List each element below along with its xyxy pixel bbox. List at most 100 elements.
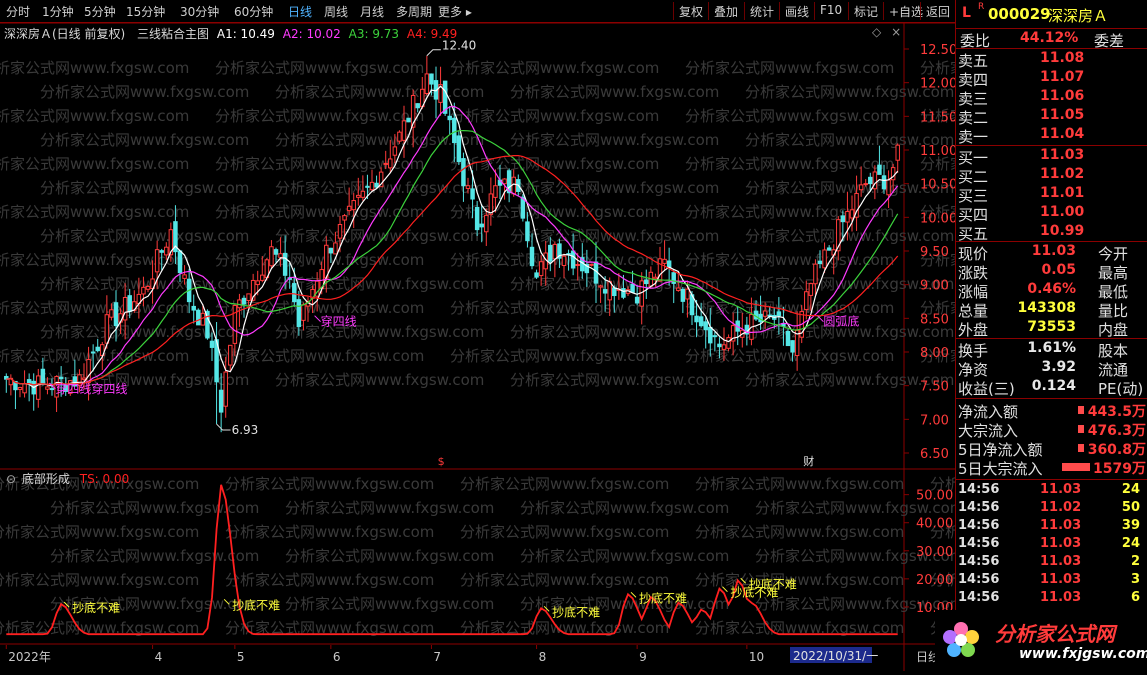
panel-controls[interactable]: ◇ × [872,25,901,39]
fund-flow-value: 476.3万 [1087,423,1146,439]
toolbar-period-1[interactable]: 1分钟 [42,3,74,20]
toolbar-period-4[interactable]: 30分钟 [180,3,219,20]
watermark-text: 分析家公式网www.fxgsw.com [285,547,494,565]
candle-body [113,302,119,327]
close-icon[interactable]: × [891,25,901,39]
watermark-text: 分析家公式网www.fxgsw.com [510,323,719,341]
toolbar-button-4[interactable]: F10 [820,3,842,17]
candle-body [717,343,722,348]
candle-body [534,272,539,278]
candle-body [342,215,347,221]
ask-level-label: 卖五 [958,52,989,70]
stat-label-2: 量比 [1098,302,1129,320]
toolbar-period-0[interactable]: 分时 [6,3,30,20]
candle-body [721,344,727,350]
diamond-icon[interactable]: ◇ [872,25,881,39]
osc-legend: ⊙ 底部形成 TS: 0.00 [6,470,129,487]
candle-body [26,379,32,384]
candle-body [676,287,681,291]
candle-body [826,247,832,251]
toolbar-button-2[interactable]: 统计 [750,3,774,20]
stock-title: 深深房Ａ(日线 前复权) [4,27,126,41]
tick-price: 11.03 [1040,536,1082,551]
watermark-text: 分析家公式网www.fxgsw.com [0,251,189,269]
toolbar-period-7[interactable]: 周线 [324,3,348,20]
toolbar-button-7[interactable]: 返回 [926,3,950,20]
toolbar-button-1[interactable]: 叠加 [714,3,738,20]
toolbar-divider [744,2,745,20]
toolbar-period-2[interactable]: 5分钟 [84,3,116,20]
candle-body [246,293,251,302]
candle-body [104,314,110,344]
watermark-text: 分析家公式网www.fxgsw.com [0,155,189,173]
ask-level-label: 卖二 [958,109,989,127]
watermark-text: 分析家公式网www.fxgsw.com [510,83,719,101]
toolbar-button-0[interactable]: 复权 [679,3,703,20]
bottom-signal-label: 抄底不难 [72,600,120,615]
bottom-signal-label: 抄底不难 [232,597,280,612]
candle-body [141,286,146,295]
x-tick-label: 4 [155,650,163,664]
event-marker[interactable]: 财 [803,454,814,468]
candle-body [356,194,361,198]
toolbar-period-9[interactable]: 多周期 [396,3,432,20]
toolbar-divider [708,2,709,20]
stat-label-2: 股本 [1098,342,1129,360]
candle-body [785,330,791,347]
candle-body [461,158,466,187]
min-price-marker-leader [216,423,231,431]
stat-value: 3.92 [1041,359,1076,375]
watermark-text: 分析家公式网www.fxgsw.com [685,107,894,125]
candle-body [388,158,393,169]
candle-body [429,73,434,85]
candle-body [346,205,352,212]
toolbar-button-3[interactable]: 画线 [785,3,809,20]
level-r-badge: R [978,2,985,12]
bid-level-price: 11.02 [1040,166,1085,182]
watermark-text: 分析家公式网www.fxgsw.com [275,323,484,341]
oscillator-svg[interactable]: 分析家公式网www.fxgsw.com 分析家公式网www.fxgsw.com 分析… [0,467,1147,645]
toolbar-button-5[interactable]: 标记 [854,3,878,20]
candle-body [269,246,274,267]
candle-body [58,376,64,380]
ticks-divider [956,479,1147,480]
toolbar-period-5[interactable]: 60分钟 [234,3,273,20]
watermark-text: 分析家公式网www.fxgsw.com [685,203,894,221]
oscillator-chart[interactable]: 分析家公式网www.fxgsw.com 分析家公式网www.fxgsw.com 分析… [0,467,1147,645]
bottom-signal-label: 抄底不难 [639,590,687,605]
toolbar-period-6[interactable]: 日线 [288,3,312,20]
watermark-text: 分析家公式网www.fxgsw.com [215,203,424,221]
fund-flow-bar [1078,406,1084,414]
candle-body [726,337,731,349]
candle-body [813,263,818,285]
candle-body [397,131,402,142]
weibi-value: 44.12% [1020,30,1079,46]
candle-body [552,243,558,260]
candle-body [589,263,594,266]
candle-body [292,283,297,303]
tick-time: 14:56 [958,482,1000,497]
bid-level-label: 买四 [958,206,989,224]
candle-body [493,185,498,198]
toolbar-button-6[interactable]: +自选 [889,3,923,20]
osc-panel-icon[interactable]: ⊙ [6,472,16,486]
candle-body [196,309,201,326]
watermark-text: 分析家公式网www.fxgsw.com [215,107,424,125]
candle-body [182,274,187,279]
tick-time: 14:56 [958,554,1000,569]
a4-value: A4: 9.49 [406,27,458,41]
candle-body [607,281,612,301]
candle-body [694,315,699,323]
watermark-text: 分析家公式网www.fxgsw.com [510,131,719,149]
main-candlestick-chart[interactable]: 分析家公式网www.fxgsw.com 分析家公式网www.fxgsw.com 分析… [0,22,1147,471]
x-tick-label: 9 [639,650,647,664]
toolbar-period-10[interactable]: 更多 ▸ [438,3,472,20]
candle-body [401,120,407,141]
toolbar-period-3[interactable]: 15分钟 [126,3,165,20]
main-chart-svg[interactable]: 分析家公式网www.fxgsw.com 分析家公式网www.fxgsw.com 分析… [0,22,1147,471]
toolbar-period-8[interactable]: 月线 [360,3,384,20]
bottom-signal-label: 抄底不难 [552,604,600,619]
candle-body [790,340,795,353]
candle-body [127,295,132,312]
watermark-text: 分析家公式网www.fxgsw.com [275,275,484,293]
